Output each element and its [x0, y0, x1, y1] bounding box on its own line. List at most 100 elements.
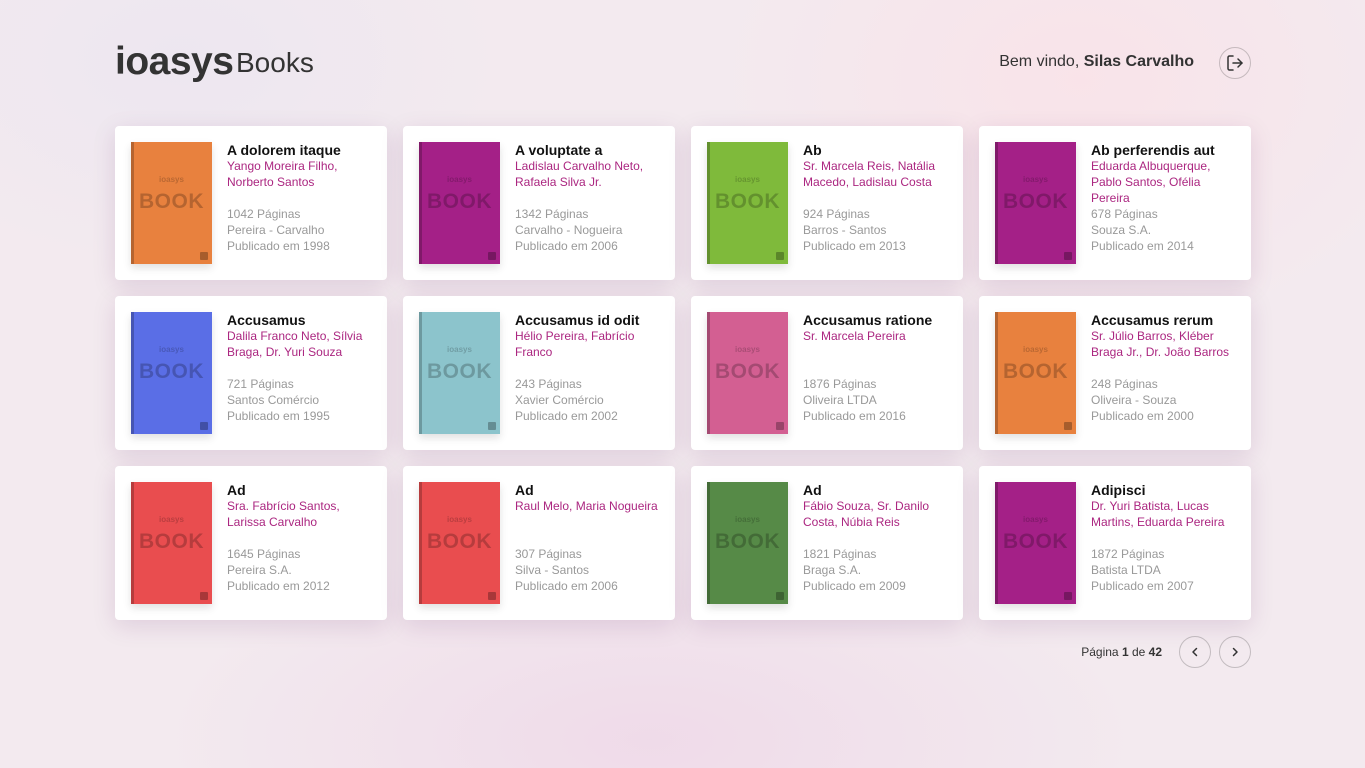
cover-brand: ioasys — [447, 175, 472, 184]
book-cover: ioasys BOOK — [707, 142, 788, 264]
book-authors: Raul Melo, Maria Nogueira — [515, 499, 658, 513]
previous-page-button[interactable] — [1179, 636, 1211, 668]
cover-brand: ioasys — [735, 515, 760, 524]
cover-badge-icon — [200, 422, 208, 430]
book-card[interactable]: ioasys BOOK Accusamus rerum Sr. Júlio Ba… — [979, 296, 1251, 450]
cover-brand: ioasys — [447, 515, 472, 524]
cover-brand: ioasys — [159, 345, 184, 354]
cover-badge-icon — [200, 592, 208, 600]
book-publisher: Santos Comércio — [227, 393, 320, 407]
book-pages: 307 Páginas — [515, 547, 582, 561]
book-info: Accusamus id odit Hélio Pereira, Fabríci… — [515, 312, 665, 424]
book-title: Accusamus id odit — [515, 312, 640, 328]
book-cover: ioasys BOOK — [419, 482, 500, 604]
book-published: Publicado em 1995 — [227, 409, 330, 423]
book-grid: ioasys BOOK A dolorem itaque Yango Morei… — [115, 126, 1251, 620]
book-card[interactable]: ioasys BOOK Ab Sr. Marcela Reis, Natália… — [691, 126, 963, 280]
book-cover: ioasys BOOK — [995, 312, 1076, 434]
book-card[interactable]: ioasys BOOK Accusamus ratione Sr. Marcel… — [691, 296, 963, 450]
cover-word: BOOK — [1003, 530, 1068, 553]
book-card[interactable]: ioasys BOOK Accusamus id odit Hélio Pere… — [403, 296, 675, 450]
pagination: Página 1 de 42 — [1081, 636, 1251, 668]
cover-badge-icon — [776, 252, 784, 260]
book-cover: ioasys BOOK — [995, 482, 1076, 604]
book-authors: Sra. Fabrício Santos, Larissa Carvalho — [227, 499, 340, 529]
cover-brand: ioasys — [159, 515, 184, 524]
next-page-button[interactable] — [1219, 636, 1251, 668]
book-publisher: Carvalho - Nogueira — [515, 223, 623, 237]
book-pages: 243 Páginas — [515, 377, 582, 391]
book-card[interactable]: ioasys BOOK Adipisci Dr. Yuri Batista, L… — [979, 466, 1251, 620]
book-title: Accusamus — [227, 312, 306, 328]
book-pages: 1042 Páginas — [227, 207, 301, 221]
book-title: Ad — [227, 482, 246, 498]
book-published: Publicado em 2002 — [515, 409, 618, 423]
cover-word: BOOK — [427, 360, 492, 383]
book-title: Adipisci — [1091, 482, 1146, 498]
book-info: Ad Fábio Souza, Sr. Danilo Costa, Núbia … — [803, 482, 953, 594]
book-title: Ab perferendis aut — [1091, 142, 1215, 158]
book-card[interactable]: ioasys BOOK Ad Fábio Souza, Sr. Danilo C… — [691, 466, 963, 620]
cover-word: BOOK — [139, 360, 204, 383]
cover-brand: ioasys — [735, 345, 760, 354]
header: ioasys Books Bem vindo, Silas Carvalho — [115, 40, 1251, 86]
book-card[interactable]: ioasys BOOK Accusamus Dalila Franco Neto… — [115, 296, 387, 450]
cover-brand: ioasys — [1023, 345, 1048, 354]
book-cover: ioasys BOOK — [419, 312, 500, 434]
cover-brand: ioasys — [1023, 175, 1048, 184]
book-info: A voluptate a Ladislau Carvalho Neto, Ra… — [515, 142, 665, 254]
book-authors: Hélio Pereira, Fabrício Franco — [515, 329, 635, 359]
book-cover: ioasys BOOK — [707, 312, 788, 434]
cover-badge-icon — [1064, 252, 1072, 260]
book-publisher: Pereira - Carvalho — [227, 223, 325, 237]
cover-word: BOOK — [715, 360, 780, 383]
book-published: Publicado em 2000 — [1091, 409, 1194, 423]
cover-word: BOOK — [139, 190, 204, 213]
book-pages: 924 Páginas — [803, 207, 870, 221]
book-pages: 1821 Páginas — [803, 547, 877, 561]
book-authors: Sr. Júlio Barros, Kléber Braga Jr., Dr. … — [1091, 329, 1230, 359]
book-card[interactable]: ioasys BOOK Ab perferendis aut Eduarda A… — [979, 126, 1251, 280]
book-card[interactable]: ioasys BOOK Ad Raul Melo, Maria Nogueira… — [403, 466, 675, 620]
book-authors: Yango Moreira Filho, Norberto Santos — [227, 159, 338, 189]
book-card[interactable]: ioasys BOOK A voluptate a Ladislau Carva… — [403, 126, 675, 280]
book-cover: ioasys BOOK — [995, 142, 1076, 264]
book-authors: Eduarda Albuquerque, Pablo Santos, Oféli… — [1091, 159, 1211, 205]
cover-word: BOOK — [715, 530, 780, 553]
book-publisher: Souza S.A. — [1091, 223, 1152, 237]
book-title: A dolorem itaque — [227, 142, 341, 158]
book-cover: ioasys BOOK — [707, 482, 788, 604]
book-info: A dolorem itaque Yango Moreira Filho, No… — [227, 142, 377, 254]
book-cover: ioasys BOOK — [131, 142, 212, 264]
cover-badge-icon — [776, 422, 784, 430]
cover-word: BOOK — [1003, 190, 1068, 213]
book-pages: 1645 Páginas — [227, 547, 301, 561]
page-separator: de — [1128, 645, 1149, 659]
book-publisher: Barros - Santos — [803, 223, 887, 237]
book-authors: Fábio Souza, Sr. Danilo Costa, Núbia Rei… — [803, 499, 930, 529]
book-cover: ioasys BOOK — [131, 482, 212, 604]
cover-badge-icon — [488, 592, 496, 600]
book-publisher: Pereira S.A. — [227, 563, 292, 577]
book-pages: 248 Páginas — [1091, 377, 1158, 391]
cover-badge-icon — [488, 422, 496, 430]
book-title: Ad — [803, 482, 822, 498]
book-title: A voluptate a — [515, 142, 603, 158]
cover-brand: ioasys — [447, 345, 472, 354]
book-info: Accusamus rerum Sr. Júlio Barros, Kléber… — [1091, 312, 1241, 424]
book-card[interactable]: ioasys BOOK A dolorem itaque Yango Morei… — [115, 126, 387, 280]
book-pages: 1342 Páginas — [515, 207, 589, 221]
book-publisher: Xavier Comércio — [515, 393, 604, 407]
cover-badge-icon — [1064, 422, 1072, 430]
book-info: Ad Raul Melo, Maria Nogueira 307 Páginas… — [515, 482, 665, 594]
book-card[interactable]: ioasys BOOK Ad Sra. Fabrício Santos, Lar… — [115, 466, 387, 620]
book-authors: Dalila Franco Neto, Sílvia Braga, Dr. Yu… — [227, 329, 363, 359]
logo: ioasys — [115, 40, 234, 83]
cover-word: BOOK — [139, 530, 204, 553]
book-publisher: Batista LTDA — [1091, 563, 1161, 577]
book-authors: Dr. Yuri Batista, Lucas Martins, Eduarda… — [1091, 499, 1225, 529]
book-published: Publicado em 2016 — [803, 409, 906, 423]
logout-button[interactable] — [1219, 47, 1251, 79]
book-authors: Sr. Marcela Pereira — [803, 329, 906, 343]
cover-word: BOOK — [715, 190, 780, 213]
